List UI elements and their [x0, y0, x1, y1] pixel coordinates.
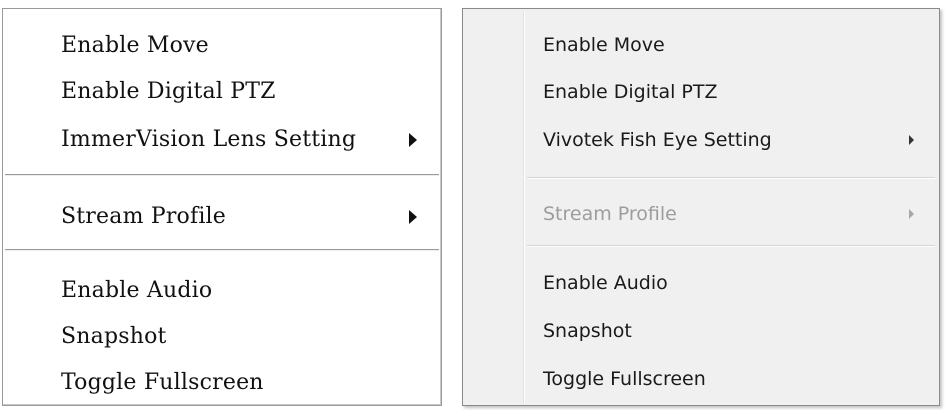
menu-item-enable-move[interactable]: Enable Move	[3, 26, 441, 66]
menu-item-label: Enable Audio	[61, 278, 213, 303]
menu-separator	[5, 174, 439, 176]
menu-item-enable-digital-ptz[interactable]: Enable Digital PTZ	[3, 72, 441, 112]
menu-separator	[527, 245, 935, 247]
menu-item-enable-audio[interactable]: Enable Audio	[463, 263, 939, 303]
menu-item-immervision-lens-setting[interactable]: ImmerVision Lens Setting	[3, 120, 441, 160]
menu-item-enable-digital-ptz[interactable]: Enable Digital PTZ	[463, 72, 939, 112]
menu-separator	[527, 177, 935, 179]
menu-item-toggle-fullscreen[interactable]: Toggle Fullscreen	[463, 359, 939, 399]
menu-item-snapshot[interactable]: Snapshot	[3, 317, 441, 357]
menu-separator	[5, 249, 439, 251]
menu-item-enable-audio[interactable]: Enable Audio	[3, 271, 441, 311]
submenu-arrow-icon	[409, 133, 417, 147]
menu-item-label: Enable Move	[61, 33, 209, 58]
submenu-arrow-icon	[909, 135, 914, 145]
menu-item-label: Enable Audio	[543, 272, 668, 294]
menu-item-label: Stream Profile	[61, 204, 227, 229]
menu-item-label: Toggle Fullscreen	[61, 370, 264, 395]
menu-item-stream-profile[interactable]: Stream Profile	[463, 194, 939, 234]
menu-item-label: Snapshot	[543, 320, 632, 342]
menu-item-label: Toggle Fullscreen	[543, 368, 706, 390]
menu-item-label: Enable Move	[543, 34, 665, 56]
submenu-arrow-icon	[909, 209, 914, 219]
menu-item-label: Stream Profile	[543, 203, 677, 225]
menu-item-label: Snapshot	[61, 324, 167, 349]
submenu-arrow-icon	[409, 210, 417, 224]
menu-item-snapshot[interactable]: Snapshot	[463, 311, 939, 351]
menu-item-toggle-fullscreen[interactable]: Toggle Fullscreen	[3, 363, 441, 403]
menu-item-vivotek-fish-eye-setting[interactable]: Vivotek Fish Eye Setting	[463, 120, 939, 160]
menu-item-label: Enable Digital PTZ	[61, 79, 276, 104]
context-menu-classic: Enable Move Enable Digital PTZ ImmerVisi…	[2, 8, 442, 406]
context-menu-modern: Enable Move Enable Digital PTZ Vivotek F…	[462, 8, 940, 406]
menu-item-stream-profile[interactable]: Stream Profile	[3, 197, 441, 237]
menu-item-label: ImmerVision Lens Setting	[61, 127, 357, 152]
menu-item-enable-move[interactable]: Enable Move	[463, 25, 939, 65]
menu-item-label: Vivotek Fish Eye Setting	[543, 129, 772, 151]
menu-item-label: Enable Digital PTZ	[543, 81, 718, 103]
